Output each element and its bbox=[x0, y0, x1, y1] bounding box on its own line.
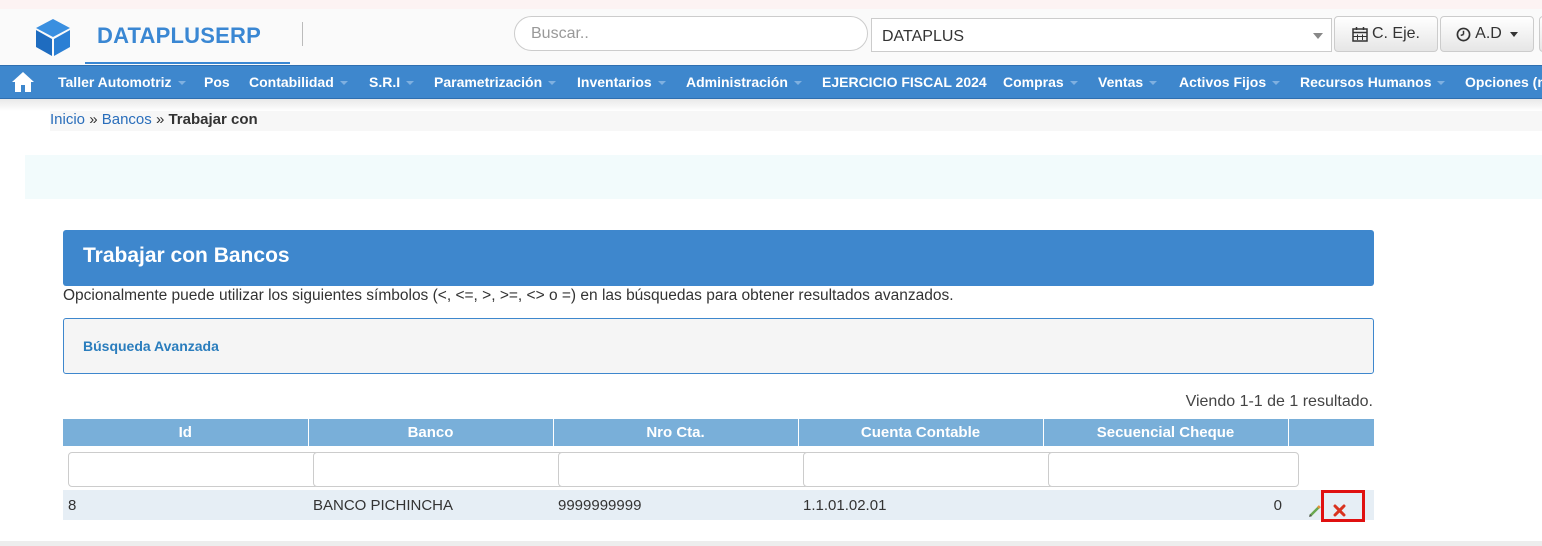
fiscal-year-button[interactable]: C. Eje. bbox=[1334, 16, 1438, 52]
filter-id-input[interactable] bbox=[68, 452, 319, 487]
nav-contabilidad[interactable]: Contabilidad bbox=[249, 66, 348, 98]
nav-recursos-humanos[interactable]: Recursos Humanos bbox=[1300, 66, 1446, 98]
chevron-down-icon bbox=[339, 81, 348, 86]
nav-ejercicio-fiscal[interactable]: EJERCICIO FISCAL 2024 bbox=[822, 66, 987, 98]
company-select[interactable]: DATAPLUS bbox=[871, 18, 1332, 52]
search-hint: Opcionalmente puede utilizar los siguien… bbox=[63, 287, 954, 304]
column-header-actions bbox=[1288, 419, 1375, 446]
nav-opciones[interactable]: Opciones (n bbox=[1465, 66, 1542, 98]
user-menu-label: A.D bbox=[1475, 25, 1502, 42]
home-icon[interactable] bbox=[11, 71, 35, 93]
clock-icon bbox=[1456, 27, 1471, 41]
main-navbar: Taller Automotriz Pos Contabilidad S.R.I… bbox=[0, 65, 1542, 99]
cell-banco: BANCO PICHINCHA bbox=[308, 490, 553, 520]
chevron-down-icon bbox=[1069, 81, 1078, 86]
navbar-shadow bbox=[0, 99, 1542, 111]
nav-compras[interactable]: Compras bbox=[1003, 66, 1078, 98]
user-menu-button[interactable]: A.D bbox=[1440, 16, 1534, 52]
chevron-down-icon bbox=[548, 81, 557, 86]
fiscal-year-label: C. Eje. bbox=[1371, 25, 1420, 42]
nav-pos[interactable]: Pos bbox=[204, 66, 230, 98]
results-summary: Viendo 1-1 de 1 resultado. bbox=[1185, 393, 1373, 410]
filter-nro-cta-input[interactable] bbox=[558, 452, 809, 487]
chevron-down-icon bbox=[1149, 81, 1158, 86]
delete-icon[interactable] bbox=[1333, 504, 1346, 517]
advanced-search-link[interactable]: Búsqueda Avanzada bbox=[83, 338, 219, 354]
chevron-down-icon bbox=[793, 81, 802, 86]
search-input[interactable] bbox=[514, 16, 868, 51]
nav-administracion[interactable]: Administración bbox=[686, 66, 802, 98]
cell-id: 8 bbox=[63, 490, 308, 520]
chevron-down-icon bbox=[1509, 31, 1518, 37]
advanced-search-panel: Búsqueda Avanzada bbox=[63, 318, 1374, 374]
table-header-row: Id Banco Nro Cta. Cuenta Contable Secuen… bbox=[63, 419, 1375, 446]
brand-name[interactable]: DATAPLUSERP bbox=[97, 23, 261, 49]
column-header-nro-cta[interactable]: Nro Cta. bbox=[553, 419, 799, 446]
cell-secuencial-cheque: 0 bbox=[1043, 490, 1288, 520]
cell-cuenta-contable: 1.1.01.02.01 bbox=[798, 490, 1043, 520]
column-header-banco[interactable]: Banco bbox=[308, 419, 554, 446]
nav-parametrizacion[interactable]: Parametrización bbox=[434, 66, 557, 98]
pencil-icon[interactable] bbox=[1308, 504, 1322, 518]
cube-logo-icon[interactable] bbox=[33, 17, 73, 57]
nav-sri[interactable]: S.R.I bbox=[369, 66, 415, 98]
nav-inventarios[interactable]: Inventarios bbox=[577, 66, 666, 98]
column-header-cuenta-contable[interactable]: Cuenta Contable bbox=[798, 419, 1044, 446]
filter-secuencial-cheque-input[interactable] bbox=[1048, 452, 1299, 487]
column-header-secuencial-cheque[interactable]: Secuencial Cheque bbox=[1043, 419, 1289, 446]
chevron-down-icon bbox=[1437, 81, 1446, 86]
breadcrumb-current: Trabajar con bbox=[168, 111, 258, 128]
breadcrumb: Inicio » Bancos » Trabajar con bbox=[50, 111, 1542, 131]
calendar-icon bbox=[1352, 27, 1368, 42]
page-title: Trabajar con Bancos bbox=[63, 230, 1374, 286]
breadcrumb-home-link[interactable]: Inicio bbox=[50, 111, 85, 128]
brand-underline bbox=[85, 62, 290, 64]
chevron-down-icon bbox=[1272, 81, 1281, 86]
chevron-down-icon bbox=[1313, 33, 1323, 39]
chevron-down-icon bbox=[657, 81, 666, 86]
info-box bbox=[25, 155, 1542, 199]
column-header-id[interactable]: Id bbox=[63, 419, 309, 446]
page-bottom-border bbox=[0, 541, 1542, 546]
filter-banco-input[interactable] bbox=[313, 452, 564, 487]
nav-activos-fijos[interactable]: Activos Fijos bbox=[1179, 66, 1281, 98]
nav-ventas[interactable]: Ventas bbox=[1098, 66, 1158, 98]
breadcrumb-separator: » bbox=[89, 111, 98, 128]
company-select-value: DATAPLUS bbox=[882, 28, 965, 45]
filter-cuenta-contable-input[interactable] bbox=[803, 452, 1054, 487]
cell-nro-cta: 9999999999 bbox=[553, 490, 798, 520]
chevron-down-icon bbox=[177, 81, 186, 86]
table-row[interactable]: 8 BANCO PICHINCHA 9999999999 1.1.01.02.0… bbox=[63, 490, 1374, 520]
top-strip bbox=[0, 0, 1542, 9]
breadcrumb-bancos-link[interactable]: Bancos bbox=[102, 111, 152, 128]
nav-taller-automotriz[interactable]: Taller Automotriz bbox=[58, 66, 186, 98]
breadcrumb-separator: » bbox=[155, 111, 165, 128]
header-divider bbox=[302, 22, 303, 46]
chevron-down-icon bbox=[406, 81, 415, 86]
